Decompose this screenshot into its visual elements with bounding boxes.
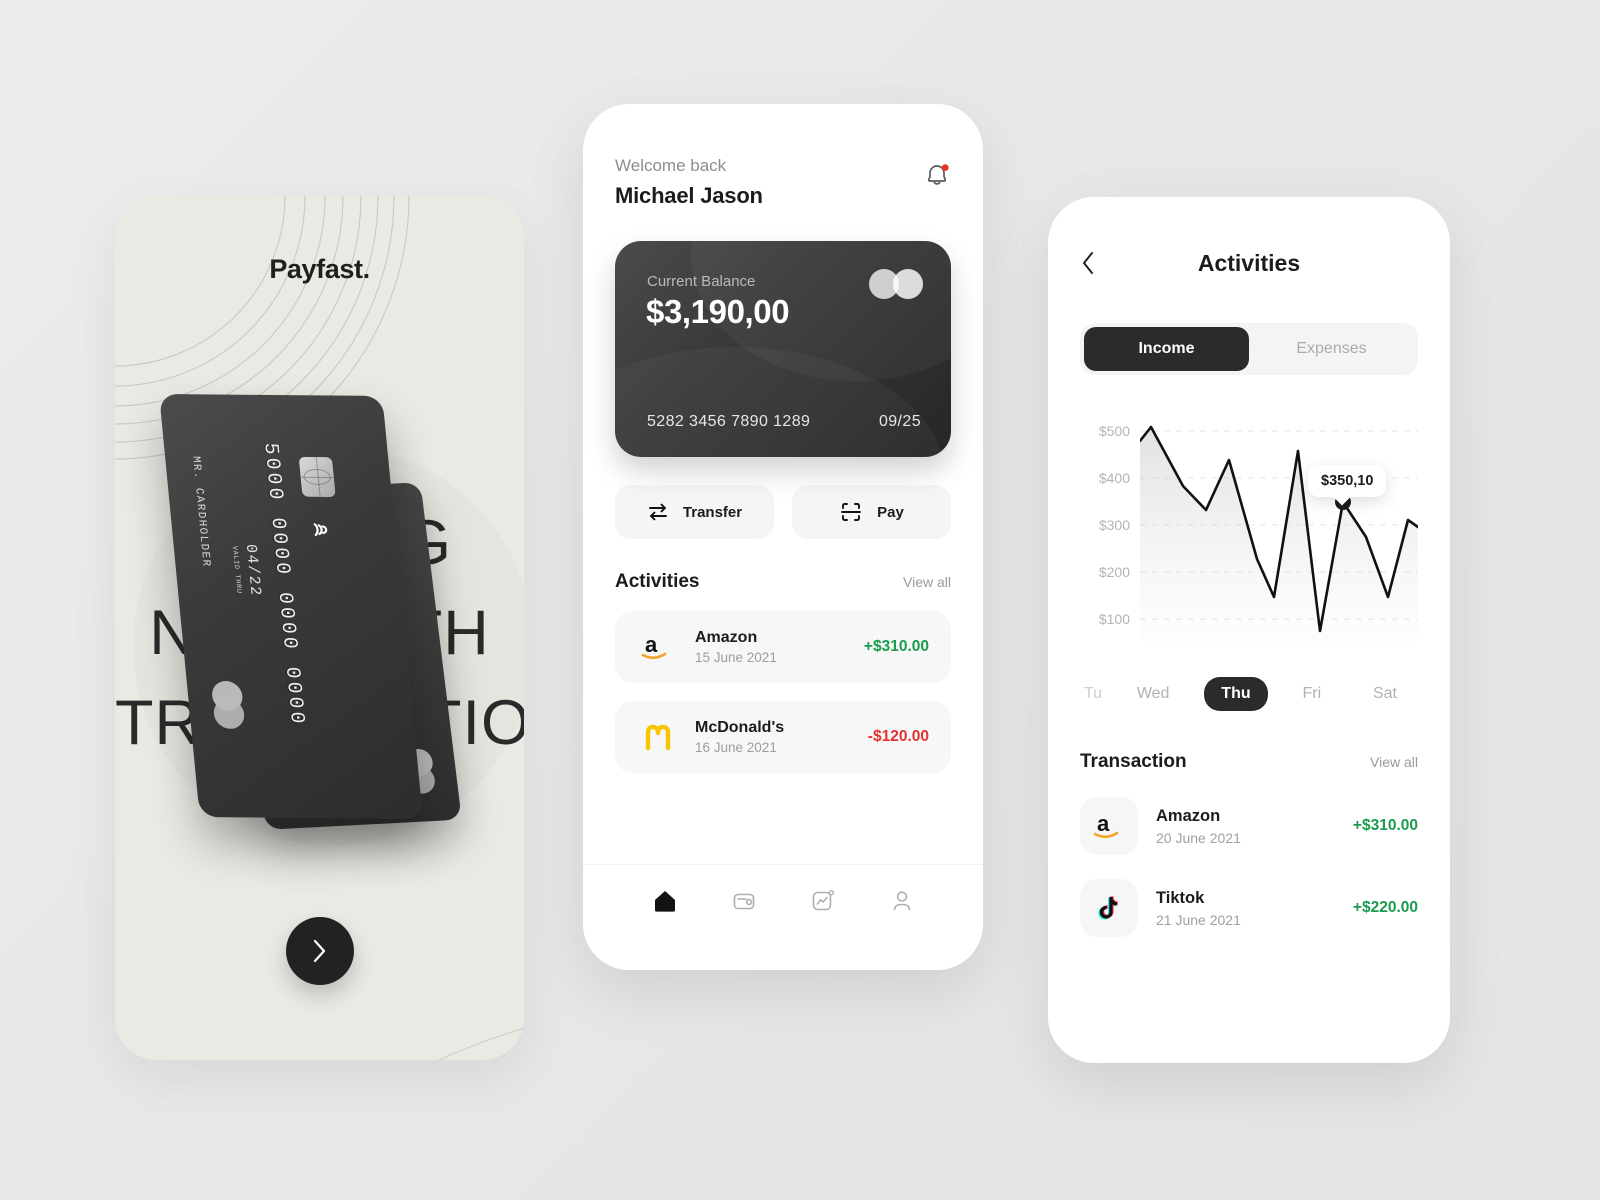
pay-label: Pay — [877, 503, 904, 521]
day-selector: Tue Wed Thu Fri Sat — [1080, 677, 1418, 711]
income-line-chart: $500 $400 $300 $200 $100 $350,10 — [1080, 417, 1418, 667]
card-holder-name: MR. CARDHOLDER — [189, 455, 212, 568]
y-tick-label: $400 — [1098, 470, 1130, 486]
stats-icon — [812, 889, 834, 911]
activity-row[interactable]: a Amazon 15 June 2021 +$310.00 — [615, 611, 951, 683]
transfer-button[interactable]: Transfer — [615, 485, 774, 539]
day-thu[interactable]: Thu — [1204, 677, 1268, 711]
balance-label: Current Balance — [647, 273, 756, 290]
quick-actions: Transfer Pay — [615, 485, 951, 539]
tab-income[interactable]: Income — [1084, 327, 1249, 371]
activity-merchant: McDonald's — [695, 719, 785, 736]
chevron-left-icon[interactable] — [1080, 250, 1106, 276]
chart-svg — [1140, 417, 1418, 641]
transaction-row[interactable]: Tiktok 21 June 2021 +$220.00 — [1080, 879, 1418, 937]
chart-y-axis: $500 $400 $300 $200 $100 — [1080, 417, 1130, 632]
activities-header: Activities View all — [615, 571, 951, 593]
activity-date: 16 June 2021 — [695, 740, 777, 755]
transaction-merchant: Tiktok — [1156, 888, 1205, 907]
mcdonalds-logo — [637, 716, 679, 758]
card-chip-icon — [298, 456, 336, 497]
bell-icon[interactable] — [923, 161, 951, 191]
card-expiry-date: 09/25 — [878, 413, 921, 430]
tab-expenses[interactable]: Expenses — [1249, 327, 1414, 371]
card-expiry: 04/22 — [241, 543, 264, 597]
transaction-merchant: Amazon — [1156, 806, 1221, 825]
activity-row[interactable]: McDonald's 16 June 2021 -$120.00 — [615, 701, 951, 773]
page-title: Activities — [1197, 249, 1301, 276]
card-number-masked: 5282 3456 7890 1289 — [647, 413, 811, 430]
activities-screen: Activities Income Expenses $500 $400 $30… — [1048, 197, 1450, 1063]
day-fri[interactable]: Fri — [1285, 677, 1338, 711]
day-wed[interactable]: Wed — [1120, 677, 1187, 711]
y-tick-label: $200 — [1098, 564, 1130, 580]
day-tue[interactable]: Tue — [1084, 677, 1102, 711]
activity-merchant: Amazon — [695, 629, 758, 646]
transaction-row[interactable]: a Amazon 20 June 2021 +$310.00 — [1080, 797, 1418, 855]
scan-pay-icon — [841, 503, 862, 521]
bottom-tab-bar — [583, 864, 983, 970]
transfer-arrows-icon — [648, 503, 667, 521]
user-name: Michael Jason — [615, 183, 763, 208]
transaction-date: 20 June 2021 — [1156, 829, 1241, 846]
svg-text:a: a — [1097, 811, 1110, 836]
amazon-logo: a — [637, 626, 679, 668]
card-valid-label: VALID THRU — [229, 545, 243, 594]
transaction-header: Transaction View all — [1080, 751, 1418, 773]
wallet-icon — [733, 893, 754, 910]
y-tick-label: $300 — [1098, 517, 1130, 533]
greeting-label: Welcome back — [615, 156, 727, 175]
balance-amount: $3,190,00 — [646, 293, 790, 330]
home-screen: Welcome back Michael Jason Current Balan… — [583, 104, 983, 970]
next-button[interactable] — [285, 917, 354, 985]
screen-header: Activities — [1080, 247, 1418, 279]
tab-wallet[interactable] — [731, 888, 757, 919]
chart-tooltip: $350,10 — [1308, 465, 1387, 497]
app-stage: Payfast. COMING NOW WITH TRANSACTION MR.… — [0, 0, 1600, 1200]
transaction-title: Transaction — [1080, 751, 1187, 772]
income-expenses-toggle: Income Expenses — [1080, 323, 1418, 375]
transaction-amount: +$220.00 — [1352, 899, 1418, 916]
home-icon — [654, 891, 675, 912]
contactless-icon — [313, 523, 328, 537]
balance-card[interactable]: Current Balance $3,190,00 5282 3456 7890… — [615, 241, 951, 457]
transaction-amount: +$310.00 — [1352, 817, 1418, 834]
activities-title: Activities — [615, 571, 700, 592]
chevron-right-icon — [313, 939, 325, 963]
activity-date: 15 June 2021 — [695, 650, 777, 665]
day-sat[interactable]: Sat — [1356, 677, 1414, 711]
profile-icon — [893, 891, 910, 911]
credit-card-front: MR. CARDHOLDER VALID THRU 04/22 5000 000… — [159, 394, 423, 819]
activity-amount: -$120.00 — [867, 728, 929, 745]
tab-home[interactable] — [652, 888, 678, 919]
activity-amount: +$310.00 — [863, 638, 929, 655]
svg-text:a: a — [645, 632, 658, 657]
tab-stats[interactable] — [810, 888, 836, 919]
amazon-logo: a — [1080, 797, 1138, 855]
transaction-view-all[interactable]: View all — [1370, 754, 1418, 770]
mastercard-logo — [869, 269, 923, 299]
y-tick-label: $500 — [1098, 423, 1130, 439]
tiktok-logo — [1080, 879, 1138, 937]
pay-button[interactable]: Pay — [792, 485, 951, 539]
transfer-label: Transfer — [682, 503, 743, 521]
tab-profile[interactable] — [889, 888, 915, 919]
activities-view-all[interactable]: View all — [903, 574, 951, 590]
onboarding-panel: Payfast. COMING NOW WITH TRANSACTION MR.… — [115, 196, 524, 1060]
y-tick-label: $100 — [1098, 611, 1130, 627]
chart-plot-area: $350,10 — [1140, 417, 1418, 645]
transaction-date: 21 June 2021 — [1156, 911, 1241, 928]
